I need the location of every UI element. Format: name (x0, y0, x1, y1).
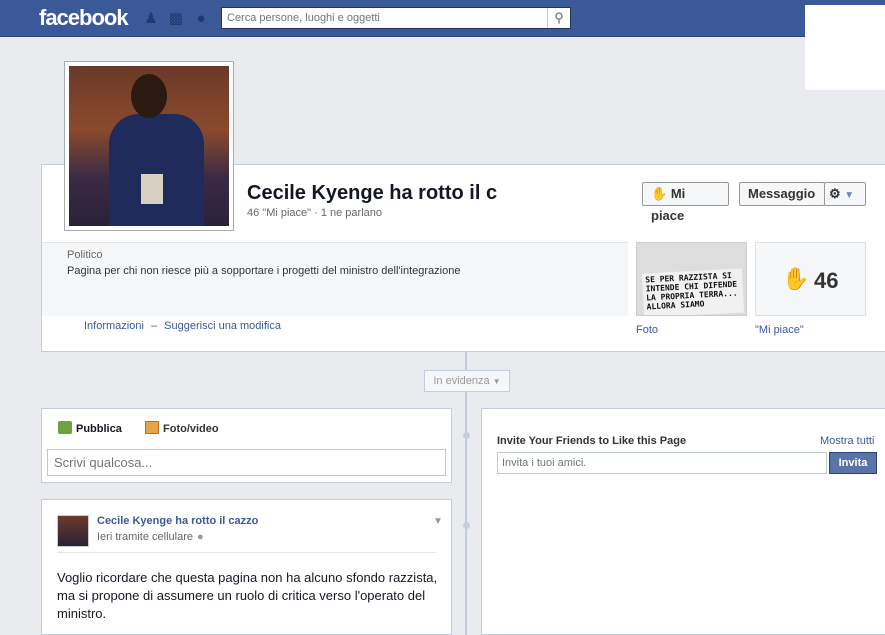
photo-protest-sign: SE PER RAZZISTA SI INTENDE CHI DIFENDE L… (641, 268, 745, 315)
tab-photo-video[interactable]: Foto/video (145, 421, 219, 435)
page-title: Cecile Kyenge ha rotto il c (247, 182, 498, 204)
thumbs-up-icon: ✋ (651, 186, 668, 201)
divider (57, 552, 436, 553)
page-stats: 46 "Mi piace" · 1 ne parlano (247, 207, 382, 219)
top-navigation-bar: facebook ♟ ▩ ● ⚲ (0, 0, 885, 37)
likes-count: 46 (814, 268, 839, 293)
timeline-spine (465, 352, 467, 635)
invite-friends-input[interactable] (497, 452, 827, 474)
settings-button[interactable]: ⚙ ▼ (824, 182, 866, 206)
friends-icon[interactable]: ♟ (143, 11, 159, 27)
search-box: ⚲ (221, 7, 571, 29)
search-input[interactable] (222, 8, 542, 28)
post-meta: Ieri tramite cellulare ● (97, 531, 204, 543)
likes-label[interactable]: "Mi piace" (755, 324, 804, 336)
tab-photo-label: Foto/video (163, 423, 219, 435)
page-info-band (42, 242, 628, 316)
chevron-down-icon: ▼ (492, 377, 501, 386)
globe-icon[interactable]: ● (193, 11, 209, 27)
link-separator: – (150, 320, 158, 332)
invite-button[interactable]: Invita (829, 452, 877, 474)
page-links: Informazioni – Suggerisci una modifica (84, 320, 281, 332)
tab-publish-label: Pubblica (76, 423, 122, 435)
globe-icon: ● (196, 531, 204, 543)
highlights-label: In evidenza (433, 375, 490, 387)
chevron-down-icon: ▼ (844, 190, 855, 201)
info-link[interactable]: Informazioni (84, 320, 144, 332)
composer-input[interactable] (47, 449, 446, 476)
post-text: Voglio ricordare che questa pagina non h… (57, 570, 438, 621)
message-button[interactable]: Messaggio (739, 182, 825, 206)
blank-panel (805, 5, 885, 90)
show-all-link[interactable]: Mostra tutti (820, 435, 874, 447)
timeline-dot (463, 432, 470, 439)
photo-icon (145, 421, 159, 434)
post-author[interactable]: Cecile Kyenge ha rotto il cazzo (97, 515, 258, 527)
photos-thumbnail[interactable]: SE PER RAZZISTA SI INTENDE CHI DIFENDE L… (636, 242, 747, 316)
facebook-logo[interactable]: facebook (39, 5, 129, 31)
profile-photo (69, 66, 229, 226)
avatar[interactable] (57, 515, 89, 547)
photo-figure-head (131, 74, 167, 118)
page-about: Pagina per chi non riesce più a sopporta… (67, 265, 461, 277)
search-icon[interactable]: ⚲ (547, 8, 570, 28)
photos-label[interactable]: Foto (636, 324, 658, 336)
gear-icon: ⚙ (829, 186, 841, 201)
invite-title: Invite Your Friends to Like this Page (497, 435, 687, 447)
photo-figure-body (109, 114, 204, 226)
tab-publish[interactable]: Pubblica (58, 421, 122, 435)
photo-figure-hands (141, 174, 163, 204)
profile-picture[interactable] (64, 61, 234, 231)
suggest-edit-link[interactable]: Suggerisci una modifica (164, 320, 281, 332)
highlights-dropdown[interactable]: In evidenza ▼ (424, 370, 510, 392)
messages-icon[interactable]: ▩ (168, 11, 184, 27)
timeline-dot (463, 522, 470, 529)
page-category[interactable]: Politico (67, 249, 102, 261)
likes-thumbnail[interactable]: ✋ 46 (755, 242, 866, 316)
status-icon (58, 421, 72, 434)
thumbs-up-icon: ✋ (782, 266, 810, 291)
chevron-down-icon[interactable]: ▼ (433, 516, 443, 527)
like-button[interactable]: ✋ Mi piace (642, 182, 729, 223)
post-timestamp[interactable]: Ieri tramite cellulare (97, 531, 193, 543)
